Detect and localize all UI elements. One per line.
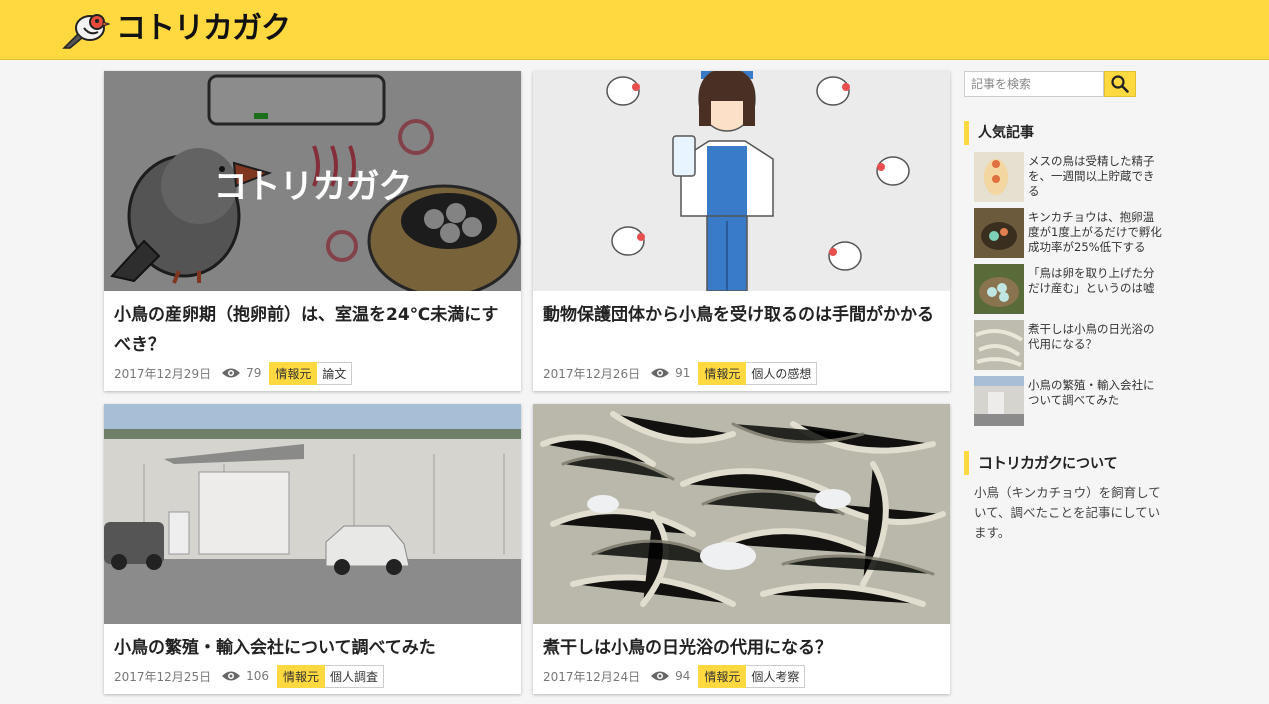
view-count: 79 bbox=[246, 366, 262, 380]
site-header: コトリカガク bbox=[0, 0, 1269, 60]
search-input[interactable] bbox=[964, 71, 1104, 97]
search-icon bbox=[1111, 75, 1129, 93]
popular-thumbnail[interactable] bbox=[974, 264, 1024, 314]
popular-thumbnail[interactable] bbox=[974, 152, 1024, 202]
popular-title[interactable]: メスの鳥は受精した精子を、一週間以上貯蔵できる bbox=[1028, 154, 1164, 199]
popular-item[interactable]: キンカチョウは、抱卵温度が1度上がるだけで孵化成功率が25%低下する bbox=[974, 208, 1174, 258]
article-meta: 2017年12月24日 94 情報元 個人考察 bbox=[543, 664, 806, 688]
eye-icon bbox=[222, 368, 241, 378]
type-tag[interactable]: 個人調査 bbox=[325, 664, 385, 688]
article-date: 2017年12月25日 bbox=[114, 669, 212, 684]
type-tag[interactable]: 個人の感想 bbox=[746, 361, 818, 385]
article-date: 2017年12月26日 bbox=[543, 366, 641, 381]
article-title[interactable]: 小鳥の産卵期（抱卵前）は、室温を24℃未満にすべき？ bbox=[114, 300, 511, 360]
search-button[interactable] bbox=[1104, 71, 1136, 97]
source-tag[interactable]: 情報元 bbox=[277, 664, 326, 688]
about-heading-suffix: について bbox=[1062, 456, 1118, 472]
article-meta: 2017年12月29日 79 情報元 論文 bbox=[114, 361, 353, 385]
article-card[interactable]: 小鳥の繁殖・輸入会社について調べてみた 2017年12月25日 106 情報元 … bbox=[104, 404, 521, 694]
type-tag[interactable]: 論文 bbox=[317, 361, 353, 385]
popular-title[interactable]: キンカチョウは、抱卵温度が1度上がるだけで孵化成功率が25%低下する bbox=[1028, 210, 1164, 255]
view-count: 91 bbox=[675, 366, 691, 380]
article-thumbnail[interactable] bbox=[533, 404, 950, 624]
about-text: 小鳥（キンカチョウ）を飼育していて、調べたことを記事にしています。 bbox=[974, 485, 1161, 540]
article-thumbnail[interactable]: コトリカガク bbox=[104, 71, 521, 291]
article-title[interactable]: 動物保護団体から小鳥を受け取るのは手間がかかる bbox=[543, 300, 940, 330]
popular-item[interactable]: 小鳥の繁殖・輸入会社について調べてみた bbox=[974, 376, 1174, 426]
about-logo-text: コトリカガク bbox=[978, 454, 1063, 472]
article-thumbnail[interactable] bbox=[533, 71, 950, 291]
article-card[interactable]: コトリカガク 小鳥の産卵期（抱卵前）は、室温を24℃未満にすべき？ 2017年1… bbox=[104, 71, 521, 391]
popular-title[interactable]: 煮干しは小鳥の日光浴の代用になる？ bbox=[1028, 322, 1164, 352]
view-count: 106 bbox=[246, 669, 269, 683]
popular-item[interactable]: メスの鳥は受精した精子を、一週間以上貯蔵できる bbox=[974, 152, 1174, 202]
eye-icon bbox=[651, 671, 670, 681]
popular-item[interactable]: 煮干しは小鳥の日光浴の代用になる？ bbox=[974, 320, 1174, 370]
popular-thumbnail[interactable] bbox=[974, 376, 1024, 426]
article-meta: 2017年12月26日 91 情報元 個人の感想 bbox=[543, 361, 818, 385]
popular-thumbnail[interactable] bbox=[974, 208, 1024, 258]
type-tag[interactable]: 個人考察 bbox=[746, 664, 806, 688]
popular-title[interactable]: 「鳥は卵を取り上げた分だけ産む」というのは嘘 bbox=[1028, 266, 1164, 296]
article-title[interactable]: 小鳥の繁殖・輸入会社について調べてみた bbox=[114, 633, 511, 663]
article-card[interactable]: 煮干しは小鳥の日光浴の代用になる？ 2017年12月24日 94 情報元 個人考… bbox=[533, 404, 950, 694]
popular-item[interactable]: 「鳥は卵を取り上げた分だけ産む」というのは嘘 bbox=[974, 264, 1174, 314]
popular-thumbnail[interactable] bbox=[974, 320, 1024, 370]
source-tag[interactable]: 情報元 bbox=[698, 361, 747, 385]
article-date: 2017年12月29日 bbox=[114, 366, 212, 381]
thumbnail-logo-text: コトリカガク bbox=[213, 167, 413, 207]
thumbnail-illustration bbox=[533, 71, 950, 291]
site-logo-text[interactable]: コトリカガク bbox=[116, 10, 291, 48]
source-tag[interactable]: 情報元 bbox=[269, 361, 318, 385]
popular-title[interactable]: 小鳥の繁殖・輸入会社について調べてみた bbox=[1028, 378, 1164, 408]
about-heading: コトリカガクについて bbox=[964, 451, 1118, 475]
article-card[interactable]: 動物保護団体から小鳥を受け取るのは手間がかかる 2017年12月26日 91 情… bbox=[533, 71, 950, 391]
popular-heading: 人気記事 bbox=[964, 121, 1034, 145]
article-thumbnail[interactable] bbox=[104, 404, 521, 624]
article-meta: 2017年12月25日 106 情報元 個人調査 bbox=[114, 664, 385, 688]
source-tag[interactable]: 情報元 bbox=[698, 664, 747, 688]
eye-icon bbox=[222, 671, 241, 681]
eye-icon bbox=[651, 368, 670, 378]
view-count: 94 bbox=[675, 669, 691, 683]
thumbnail-photo bbox=[533, 404, 950, 624]
article-date: 2017年12月24日 bbox=[543, 669, 641, 684]
bird-logo-icon[interactable] bbox=[60, 8, 110, 50]
article-title[interactable]: 煮干しは小鳥の日光浴の代用になる？ bbox=[543, 633, 940, 663]
thumbnail-photo bbox=[104, 404, 521, 624]
